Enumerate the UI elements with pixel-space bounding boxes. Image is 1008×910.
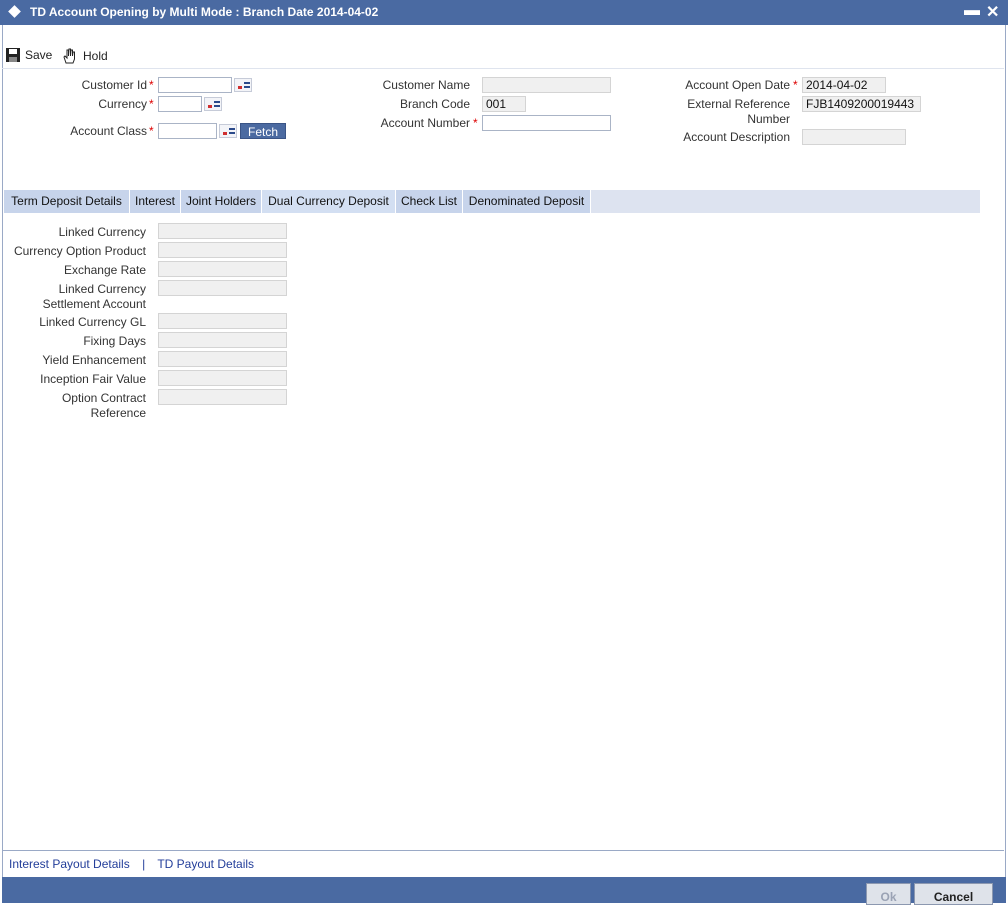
account-open-date-label: Account Open Date [685, 78, 790, 92]
floppy-disk-icon [6, 48, 20, 62]
tab-dual-currency-deposit[interactable]: Dual Currency Deposit [262, 190, 396, 213]
customer-name-label: Customer Name [382, 78, 470, 92]
hold-label: Hold [83, 49, 108, 63]
currency-label: Currency [98, 97, 147, 111]
account-number-label: Account Number [380, 116, 470, 130]
tab-denominated-deposit[interactable]: Denominated Deposit [463, 190, 591, 213]
external-reference-label-line2: Number [747, 112, 790, 126]
exchange-rate-label: Exchange Rate [63, 263, 146, 277]
account-description-field [802, 129, 906, 145]
account-class-input[interactable] [158, 123, 217, 139]
yield-enhancement-field [158, 351, 287, 367]
account-open-date-field [802, 77, 886, 93]
linked-currency-settlement-account-label-line2: Settlement Account [42, 297, 146, 311]
customer-id-label: Customer Id [81, 78, 147, 92]
linked-currency-settlement-account-label-line1: Linked Currency [58, 282, 146, 296]
hold-button[interactable]: Hold [61, 47, 108, 65]
fixing-days-field [158, 332, 287, 348]
close-icon[interactable]: ✕ [986, 2, 999, 22]
ok-button[interactable]: Ok [866, 883, 911, 905]
linked-currency-label: Linked Currency [58, 225, 146, 239]
fetch-button[interactable]: Fetch [240, 123, 286, 139]
minimize-icon[interactable]: ▬ [964, 2, 980, 20]
linked-currency-field [158, 223, 287, 239]
toolbar-divider [2, 68, 1004, 69]
account-class-label: Account Class [70, 124, 147, 138]
bottom-links: Interest Payout Details | TD Payout Deta… [9, 857, 254, 871]
window-frame [2, 25, 1006, 901]
required-mark: * [149, 78, 154, 92]
fixing-days-label: Fixing Days [83, 334, 146, 348]
branch-code-label: Branch Code [399, 97, 470, 111]
hand-icon [63, 48, 75, 64]
required-mark: * [149, 124, 154, 138]
branch-code-field [482, 96, 526, 112]
tab-check-list[interactable]: Check List [396, 190, 463, 213]
option-contract-reference-label-line1: Option Contract [61, 391, 146, 405]
customer-id-input[interactable] [158, 77, 232, 93]
linked-currency-settlement-account-field [158, 280, 287, 296]
save-label: Save [25, 48, 53, 62]
tab-joint-holders[interactable]: Joint Holders [181, 190, 262, 213]
interest-payout-details-link[interactable]: Interest Payout Details [9, 857, 130, 871]
yield-enhancement-label: Yield Enhancement [42, 353, 146, 367]
footer-bar [2, 877, 1006, 903]
bottom-divider [2, 850, 1004, 851]
customer-name-field [482, 77, 611, 93]
link-separator: | [142, 857, 146, 871]
external-reference-field [802, 96, 921, 112]
option-contract-reference-field [158, 389, 287, 405]
inception-fair-value-field [158, 370, 287, 386]
inception-fair-value-label: Inception Fair Value [40, 372, 146, 386]
tab-interest[interactable]: Interest [130, 190, 181, 213]
currency-input[interactable] [158, 96, 202, 112]
required-mark: * [149, 97, 154, 111]
linked-currency-gl-label: Linked Currency GL [39, 315, 146, 329]
cancel-button[interactable]: Cancel [914, 883, 993, 905]
required-mark: * [473, 116, 478, 130]
window-title: TD Account Opening by Multi Mode : Branc… [30, 5, 379, 19]
external-reference-label-line1: External Reference [687, 97, 790, 111]
currency-option-product-field [158, 242, 287, 258]
option-contract-reference-label-line2: Reference [90, 406, 146, 420]
currency-lov-icon[interactable] [204, 97, 222, 111]
linked-currency-gl-field [158, 313, 287, 329]
account-description-label: Account Description [683, 130, 790, 144]
customer-id-lov-icon[interactable] [234, 78, 252, 92]
window-titlebar: TD Account Opening by Multi Mode : Branc… [0, 0, 1008, 25]
account-number-input[interactable] [482, 115, 611, 131]
currency-option-product-label: Currency Option Product [13, 244, 146, 258]
td-payout-details-link[interactable]: TD Payout Details [157, 857, 254, 871]
required-mark: * [793, 78, 798, 92]
save-button[interactable]: Save [5, 47, 52, 63]
exchange-rate-field [158, 261, 287, 277]
tab-term-deposit-details[interactable]: Term Deposit Details [4, 190, 130, 213]
app-diamond-icon [8, 5, 21, 18]
account-class-lov-icon[interactable] [219, 124, 237, 138]
